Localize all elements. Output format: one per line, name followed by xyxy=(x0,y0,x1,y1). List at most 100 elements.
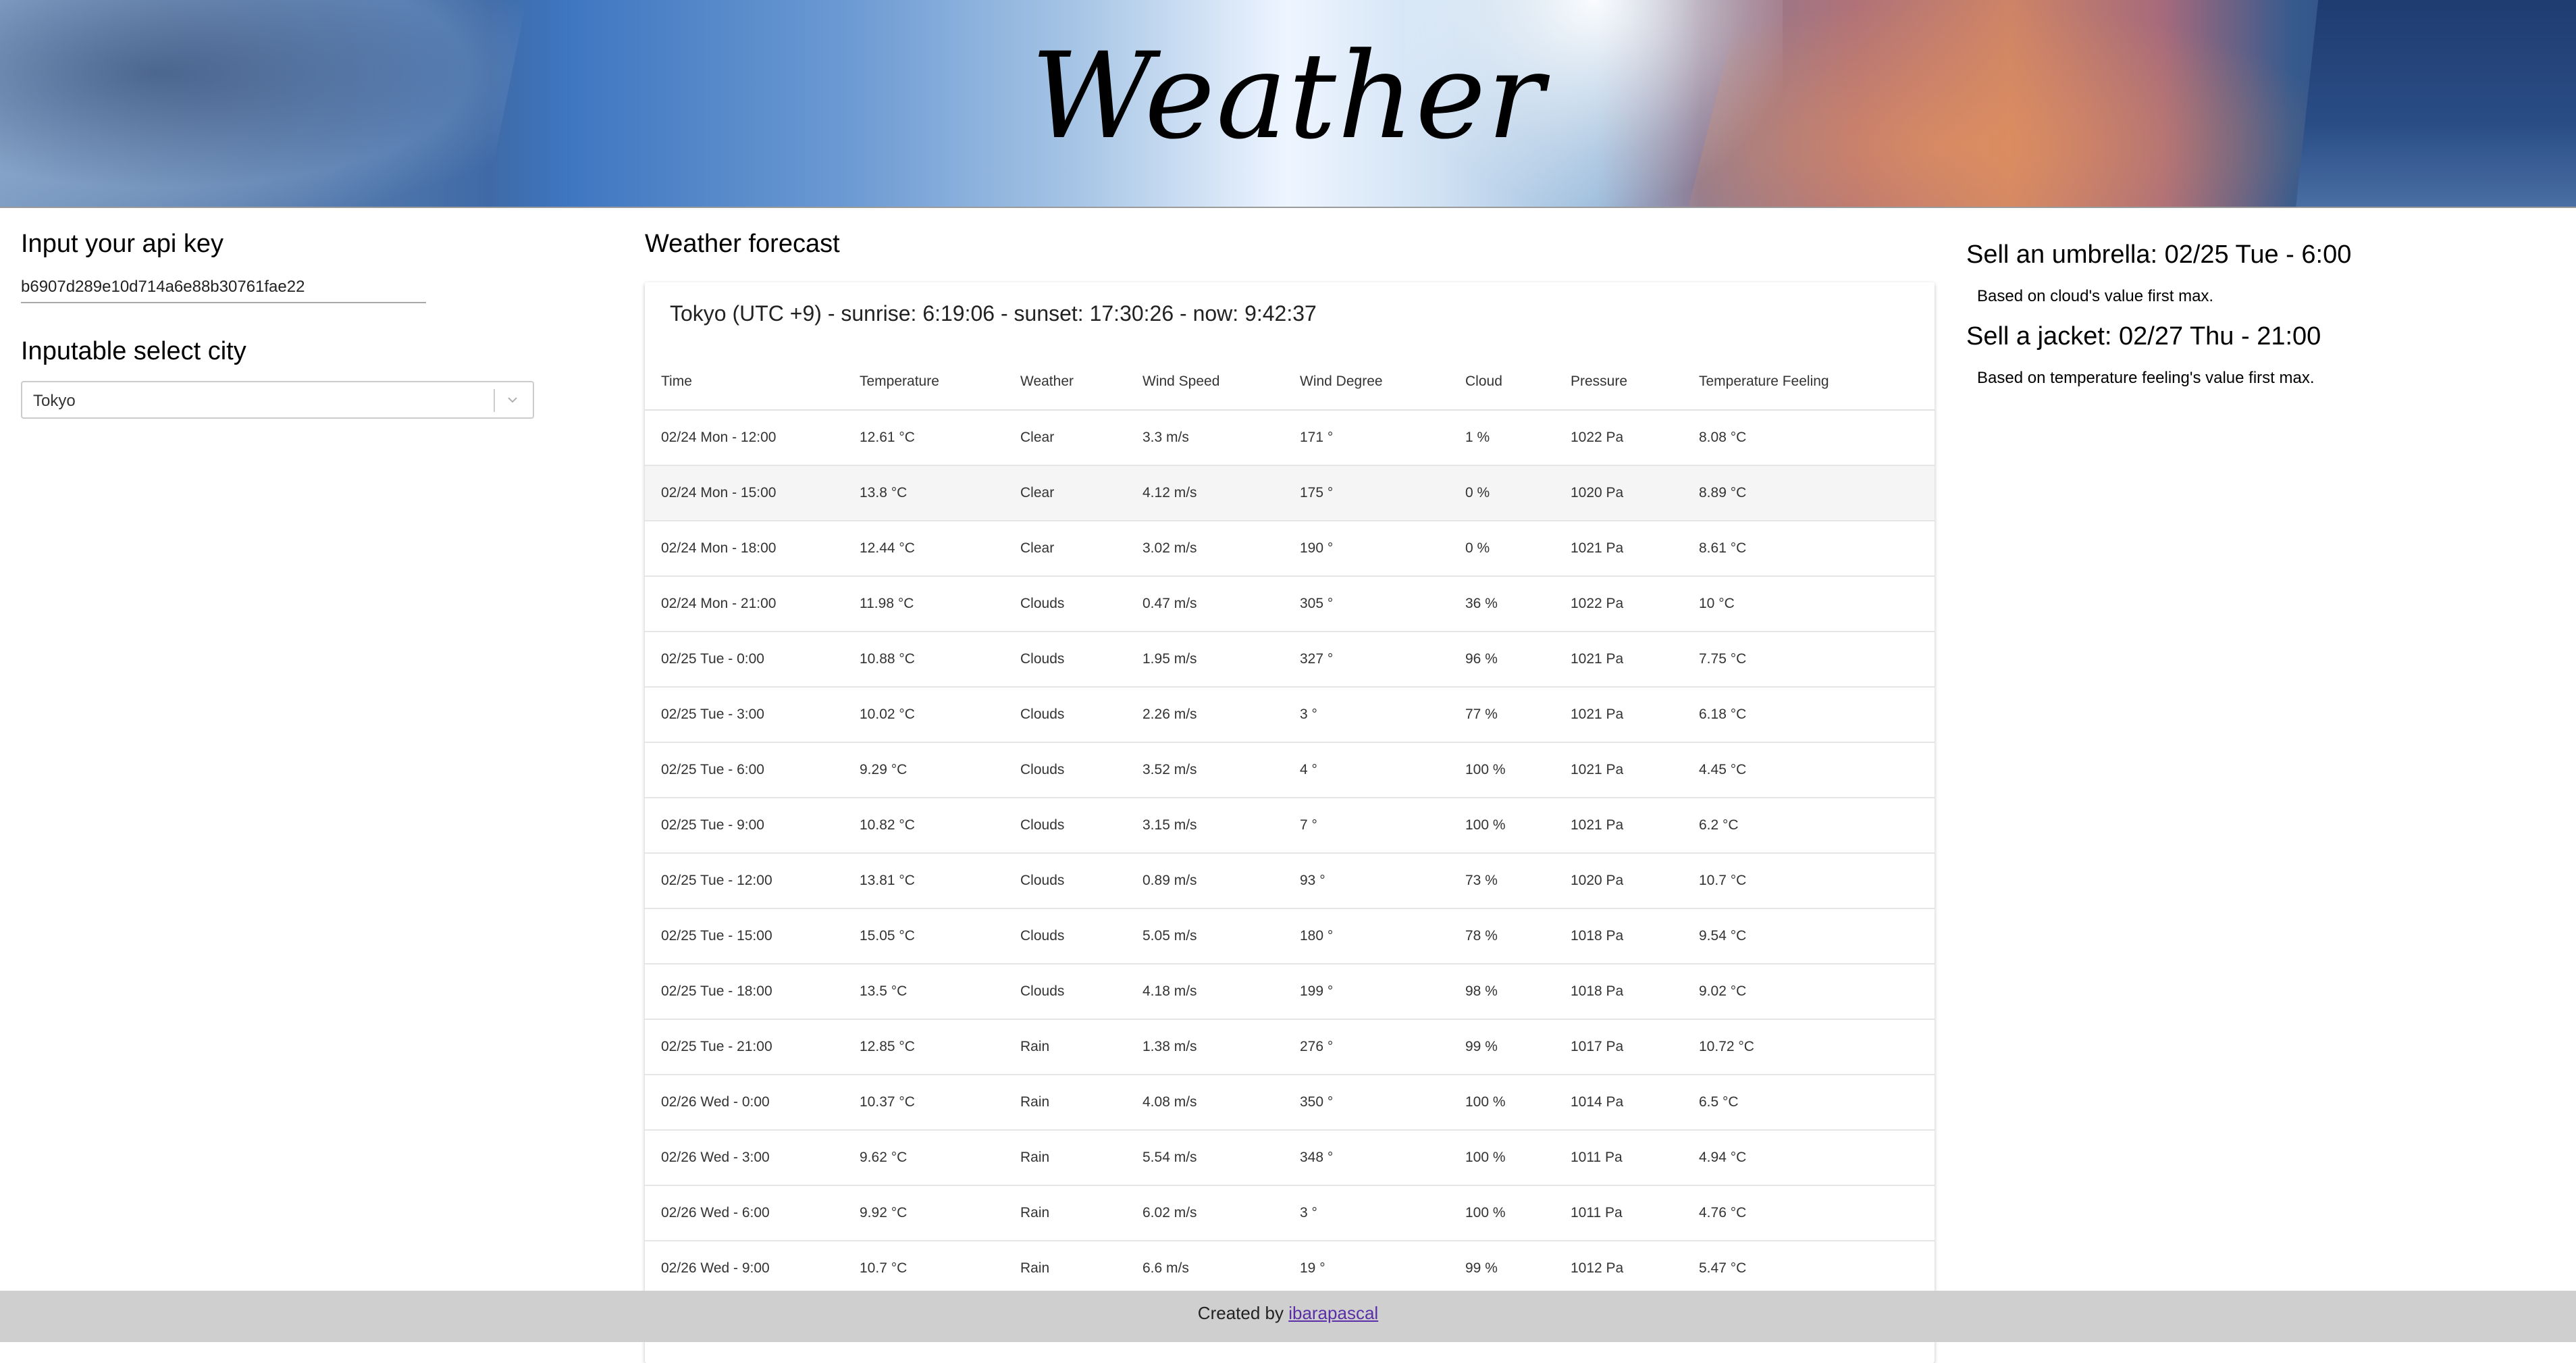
cell-temperature-feeling: 9.02 °C xyxy=(1699,964,1935,1020)
table-row: 02/24 Mon - 12:00 12.61 °C Clear 3.3 m/s 171… xyxy=(645,410,1935,466)
cell-temperature-feeling: 7.75 °C xyxy=(1699,632,1935,688)
cell-wind-degree: 3 ° xyxy=(1300,1185,1465,1241)
cell-weather: Clear xyxy=(1020,410,1142,466)
table-row: 02/25 Tue - 6:00 9.29 °C Clouds 3.52 m/s 4 °… xyxy=(645,742,1935,798)
cell-weather: Rain xyxy=(1020,1130,1142,1186)
page-title: Weather xyxy=(1030,27,1546,165)
cell-temperature: 15.05 °C xyxy=(860,908,1020,965)
table-row: 02/25 Tue - 0:00 10.88 °C Clouds 1.95 m/s 32… xyxy=(645,632,1935,688)
table-row: 02/25 Tue - 3:00 10.02 °C Clouds 2.26 m/s 3 … xyxy=(645,687,1935,743)
cell-wind-speed: 4.12 m/s xyxy=(1142,465,1300,521)
cell-time: 02/26 Wed - 6:00 xyxy=(645,1185,860,1241)
cell-time: 02/26 Wed - 3:00 xyxy=(645,1130,860,1186)
cell-wind-speed: 3.3 m/s xyxy=(1142,410,1300,466)
table-row: 02/26 Wed - 9:00 10.7 °C Rain 6.6 m/s 19 ° 99… xyxy=(645,1241,1935,1297)
cell-pressure: 1021 Pa xyxy=(1571,632,1699,688)
cell-wind-degree: 190 ° xyxy=(1300,521,1465,577)
cell-temperature: 13.8 °C xyxy=(860,465,1020,521)
cell-wind-speed: 4.08 m/s xyxy=(1142,1075,1300,1131)
forecast-section: Weather forecast xyxy=(645,230,1935,274)
cell-cloud: 96 % xyxy=(1465,632,1571,688)
cell-temperature-feeling: 6.18 °C xyxy=(1699,687,1935,743)
cell-weather: Clouds xyxy=(1020,687,1142,743)
cell-temperature-feeling: 4.76 °C xyxy=(1699,1185,1935,1241)
cell-temperature: 13.5 °C xyxy=(860,964,1020,1020)
cell-temperature: 10.88 °C xyxy=(860,632,1020,688)
cell-temperature-feeling: 10.7 °C xyxy=(1699,853,1935,909)
column-header-time: Time xyxy=(645,354,860,411)
api-key-input[interactable] xyxy=(21,274,426,303)
advice-panel: Sell an umbrella: 02/25 Tue - 6:00 Based… xyxy=(1966,240,2547,404)
cell-temperature: 12.44 °C xyxy=(860,521,1020,577)
column-header-wind-speed: Wind Speed xyxy=(1142,354,1300,411)
forecast-table: Time Temperature Weather Wind Speed Wind… xyxy=(645,354,1935,1297)
cell-time: 02/25 Tue - 9:00 xyxy=(645,798,860,854)
cell-cloud: 100 % xyxy=(1465,1130,1571,1186)
cell-temperature: 10.02 °C xyxy=(860,687,1020,743)
cell-temperature-feeling: 8.61 °C xyxy=(1699,521,1935,577)
table-row: 02/26 Wed - 3:00 9.62 °C Rain 5.54 m/s 348 °… xyxy=(645,1130,1935,1186)
author-link[interactable]: ibarapascal xyxy=(1288,1303,1378,1323)
table-row: 02/25 Tue - 18:00 13.5 °C Clouds 4.18 m/s 19… xyxy=(645,964,1935,1020)
cell-wind-degree: 180 ° xyxy=(1300,908,1465,965)
city-select[interactable]: Tokyo xyxy=(21,381,534,419)
cell-weather: Rain xyxy=(1020,1185,1142,1241)
umbrella-advice-note: Based on cloud's value first max. xyxy=(1977,287,2214,305)
cell-wind-speed: 1.95 m/s xyxy=(1142,632,1300,688)
footer-credit: Created by xyxy=(1197,1303,1289,1323)
cell-temperature-feeling: 5.47 °C xyxy=(1699,1241,1935,1297)
cell-cloud: 36 % xyxy=(1465,576,1571,632)
cell-wind-speed: 2.26 m/s xyxy=(1142,687,1300,743)
cell-temperature: 12.61 °C xyxy=(860,410,1020,466)
cell-pressure: 1012 Pa xyxy=(1571,1241,1699,1297)
chevron-down-icon[interactable] xyxy=(503,390,522,409)
cell-cloud: 99 % xyxy=(1465,1019,1571,1075)
cell-weather: Clear xyxy=(1020,521,1142,577)
cell-temperature: 10.7 °C xyxy=(860,1241,1020,1297)
cell-pressure: 1014 Pa xyxy=(1571,1075,1699,1131)
jacket-advice-title: Sell a jacket: 02/27 Thu - 21:00 xyxy=(1966,322,2321,351)
column-header-pressure: Pressure xyxy=(1571,354,1699,411)
cell-pressure: 1022 Pa xyxy=(1571,410,1699,466)
cell-time: 02/25 Tue - 0:00 xyxy=(645,632,860,688)
cell-pressure: 1017 Pa xyxy=(1571,1019,1699,1075)
cell-wind-degree: 276 ° xyxy=(1300,1019,1465,1075)
cell-wind-degree: 175 ° xyxy=(1300,465,1465,521)
banner-divider xyxy=(0,207,2576,208)
cell-time: 02/26 Wed - 9:00 xyxy=(645,1241,860,1297)
cell-pressure: 1021 Pa xyxy=(1571,798,1699,854)
cell-temperature: 10.37 °C xyxy=(860,1075,1020,1131)
cell-wind-speed: 4.18 m/s xyxy=(1142,964,1300,1020)
cell-time: 02/25 Tue - 21:00 xyxy=(645,1019,860,1075)
cell-cloud: 73 % xyxy=(1465,853,1571,909)
cell-wind-degree: 171 ° xyxy=(1300,410,1465,466)
cell-pressure: 1021 Pa xyxy=(1571,521,1699,577)
jacket-advice-note: Based on temperature feeling's value fir… xyxy=(1977,369,2315,387)
cell-weather: Clouds xyxy=(1020,798,1142,854)
cell-weather: Clouds xyxy=(1020,742,1142,798)
cell-wind-speed: 5.05 m/s xyxy=(1142,908,1300,965)
cell-wind-degree: 19 ° xyxy=(1300,1241,1465,1297)
cell-temperature: 13.81 °C xyxy=(860,853,1020,909)
cell-temperature-feeling: 6.2 °C xyxy=(1699,798,1935,854)
cell-weather: Clear xyxy=(1020,465,1142,521)
cell-wind-degree: 7 ° xyxy=(1300,798,1465,854)
forecast-heading: Weather forecast xyxy=(645,230,840,258)
cell-weather: Clouds xyxy=(1020,853,1142,909)
cell-wind-speed: 1.38 m/s xyxy=(1142,1019,1300,1075)
forecast-summary: Tokyo (UTC +9) - sunrise: 6:19:06 - suns… xyxy=(670,301,1317,326)
cell-cloud: 100 % xyxy=(1465,1185,1571,1241)
cell-cloud: 100 % xyxy=(1465,1075,1571,1131)
cell-cloud: 0 % xyxy=(1465,521,1571,577)
cell-temperature: 10.82 °C xyxy=(860,798,1020,854)
cell-temperature-feeling: 4.94 °C xyxy=(1699,1130,1935,1186)
column-header-temperature-feeling: Temperature Feeling xyxy=(1699,354,1935,411)
cell-time: 02/24 Mon - 15:00 xyxy=(645,465,860,521)
cell-cloud: 78 % xyxy=(1465,908,1571,965)
column-header-cloud: Cloud xyxy=(1465,354,1571,411)
cell-weather: Clouds xyxy=(1020,908,1142,965)
cell-wind-degree: 327 ° xyxy=(1300,632,1465,688)
cell-temperature-feeling: 10.72 °C xyxy=(1699,1019,1935,1075)
cell-weather: Clouds xyxy=(1020,576,1142,632)
cell-wind-degree: 350 ° xyxy=(1300,1075,1465,1131)
